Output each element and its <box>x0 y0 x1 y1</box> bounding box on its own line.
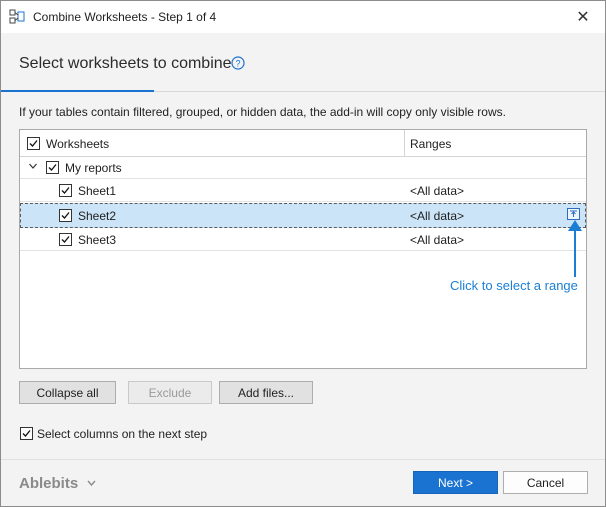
sheet-label: Sheet2 <box>78 209 117 223</box>
footer-divider <box>1 459 605 460</box>
hint-text: Click to select a range <box>450 278 578 293</box>
group-row-my-reports[interactable]: My reports <box>20 156 586 179</box>
help-circle-icon[interactable]: ? <box>231 56 245 70</box>
window-title: Combine Worksheets - Step 1 of 4 <box>33 10 217 24</box>
sheet-label: Sheet3 <box>78 233 117 247</box>
svg-text:?: ? <box>235 59 240 69</box>
chevron-down-icon[interactable] <box>87 480 96 486</box>
title-bar: Combine Worksheets - Step 1 of 4 ✕ <box>1 1 605 33</box>
column-header-worksheets[interactable]: Worksheets <box>46 137 109 151</box>
combine-sheets-icon <box>9 9 25 24</box>
step-progress-track <box>154 91 605 92</box>
sheet-range[interactable]: <All data> <box>410 209 464 223</box>
group-label: My reports <box>65 161 122 175</box>
sheet-checkbox[interactable] <box>59 233 72 246</box>
sheet-label: Sheet1 <box>78 184 117 198</box>
select-columns-label[interactable]: Select columns on the next step <box>37 427 207 441</box>
add-files-button[interactable]: Add files... <box>219 381 313 404</box>
sheet-range[interactable]: <All data> <box>410 184 464 198</box>
close-button[interactable]: ✕ <box>561 1 605 33</box>
dialog-window: Combine Worksheets - Step 1 of 4 ✕ Selec… <box>0 0 606 507</box>
cancel-button[interactable]: Cancel <box>503 471 588 494</box>
sheet-row-sheet3[interactable]: Sheet3 <All data> <box>20 228 586 251</box>
column-header-ranges[interactable]: Ranges <box>410 137 451 151</box>
sheet-checkbox[interactable] <box>59 209 72 222</box>
sheet-row-sheet2[interactable]: Sheet2 <All data> <box>20 203 586 228</box>
collapse-all-button[interactable]: Collapse all <box>19 381 116 404</box>
column-divider[interactable] <box>404 130 405 156</box>
next-button[interactable]: Next > <box>413 471 498 494</box>
chevron-down-icon[interactable] <box>28 161 38 171</box>
ablebits-logo[interactable]: Ablebits <box>19 475 78 492</box>
sheet-row-sheet1[interactable]: Sheet1 <All data> <box>20 179 586 202</box>
sheet-checkbox[interactable] <box>59 184 72 197</box>
step-progress-bar <box>1 90 154 92</box>
select-all-checkbox[interactable] <box>27 137 40 150</box>
group-checkbox[interactable] <box>46 161 59 174</box>
step-title: Select worksheets to combine <box>19 55 232 72</box>
exclude-button[interactable]: Exclude <box>128 381 212 404</box>
sheet-range[interactable]: <All data> <box>410 233 464 247</box>
select-columns-checkbox[interactable] <box>20 427 33 440</box>
info-text: If your tables contain filtered, grouped… <box>19 105 506 119</box>
worksheets-grid: Worksheets Ranges My reports Sheet1 <All… <box>19 129 587 369</box>
arrow-up-icon <box>568 220 582 277</box>
grid-header: Worksheets Ranges <box>20 130 586 157</box>
